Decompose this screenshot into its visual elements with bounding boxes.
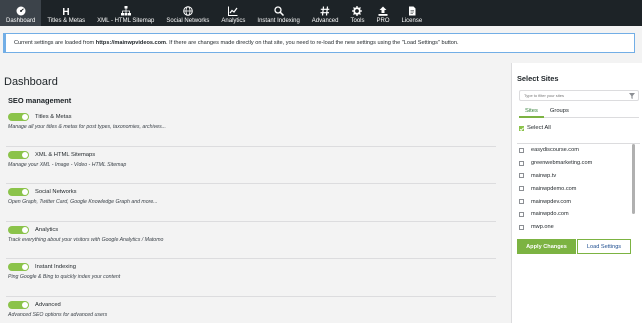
nav-item-label: Advanced bbox=[311, 18, 339, 24]
site-checkbox[interactable] bbox=[519, 211, 524, 217]
site-list-item[interactable]: greenwebmarketing.com bbox=[517, 157, 640, 170]
module-row: XML & HTML Sitemaps Manage your XML - Ima… bbox=[6, 147, 496, 184]
site-checkbox[interactable] bbox=[519, 173, 524, 179]
notice-suffix: . If there are changes made directly on … bbox=[166, 40, 459, 46]
module-row: Titles & Metas Manage all your titles & m… bbox=[6, 109, 496, 147]
module-name: Social Networks bbox=[35, 189, 77, 195]
site-name: easydiscourse.com bbox=[531, 147, 579, 154]
gear-icon bbox=[352, 6, 363, 16]
settings-notice: Current settings are loaded from https:/… bbox=[3, 33, 635, 53]
nav-item-label: Instant Indexing bbox=[257, 18, 300, 24]
module-toggle[interactable] bbox=[8, 225, 29, 234]
site-checkbox[interactable] bbox=[519, 186, 524, 192]
site-name: mainwpdo.com bbox=[531, 211, 569, 218]
nav-item-label: Dashboard bbox=[6, 18, 36, 24]
sitemap-icon bbox=[120, 6, 131, 16]
site-list-item[interactable]: mainwpdo.com bbox=[517, 208, 640, 221]
module-name: XML & HTML Sitemaps bbox=[35, 151, 96, 158]
site-tabs: Sites Groups bbox=[519, 104, 639, 118]
site-checkbox[interactable] bbox=[519, 224, 524, 230]
module-name: Instant Indexing bbox=[35, 264, 76, 270]
hashtag-icon bbox=[320, 6, 330, 16]
notice-site: https://mainwpvideos.com bbox=[95, 40, 167, 46]
search-icon bbox=[273, 6, 284, 16]
module-toggle[interactable] bbox=[8, 300, 29, 309]
nav-item-license[interactable]: License bbox=[396, 0, 429, 26]
chart-icon bbox=[228, 6, 238, 16]
module-description: Manage all your titles & metas for post … bbox=[8, 124, 167, 130]
nav-item-label: Titles & Metas bbox=[47, 18, 86, 24]
upload-icon bbox=[378, 6, 388, 16]
module-toggle[interactable] bbox=[8, 113, 29, 121]
nav-item-label: PRO bbox=[376, 18, 390, 24]
dashboard-icon bbox=[16, 6, 26, 16]
module-row: Analytics Track everything about your vis… bbox=[6, 222, 496, 259]
apply-changes-button[interactable]: Apply Changes bbox=[517, 239, 576, 254]
top-navigation: Dashboard H Titles & Metas XML - HTML Sitem… bbox=[0, 0, 642, 26]
load-settings-button[interactable]: Load Settings bbox=[577, 239, 631, 254]
site-name: mainwpdev.com bbox=[531, 198, 571, 205]
nav-item-instant-indexing[interactable]: Instant Indexing bbox=[251, 0, 305, 26]
module-description: Manage your XML - Image - Video - HTML S… bbox=[8, 161, 127, 168]
site-name: mwp.one bbox=[531, 224, 554, 231]
module-row: Instant Indexing Ping Google & Bing to qu… bbox=[6, 259, 496, 297]
site-list-item[interactable]: updatewatcher.com bbox=[517, 234, 640, 238]
nav-item-label: Social Networks bbox=[166, 18, 210, 24]
module-description: Advanced SEO options for advanced users bbox=[8, 311, 108, 318]
nav-item-dashboard[interactable]: Dashboard bbox=[0, 0, 42, 26]
notice-prefix: Current settings are loaded from bbox=[14, 40, 96, 46]
module-name: Analytics bbox=[35, 226, 59, 233]
module-row: Advanced Advanced SEO options for advance… bbox=[6, 297, 496, 323]
document-icon bbox=[407, 6, 417, 16]
nav-item-titles-metas[interactable]: H Titles & Metas bbox=[41, 0, 91, 26]
nav-item-label: License bbox=[401, 18, 423, 24]
nav-item-label: Tools bbox=[350, 18, 365, 24]
site-list-item[interactable]: mainwpdemo.com bbox=[517, 182, 640, 195]
globe-icon bbox=[183, 6, 193, 16]
select-all-check-icon bbox=[519, 125, 524, 131]
site-name: mainwpdemo.com bbox=[531, 185, 577, 192]
site-checkbox[interactable] bbox=[519, 160, 524, 166]
tab-sites[interactable]: Sites bbox=[519, 104, 544, 118]
nav-item-xml-html-sitemap[interactable]: XML - HTML Sitemap bbox=[91, 0, 160, 26]
module-description: Open Graph, Twitter Card, Google Knowled… bbox=[8, 199, 158, 205]
select-all-checkbox[interactable]: Select All bbox=[519, 125, 551, 131]
select-sites-title: Select Sites bbox=[517, 74, 559, 83]
module-toggle[interactable] bbox=[8, 188, 29, 196]
nav-item-advanced[interactable]: Advanced bbox=[306, 0, 345, 26]
module-toggle[interactable] bbox=[8, 150, 29, 159]
page-title: Dashboard bbox=[4, 76, 58, 88]
site-list-item[interactable]: mainwpdev.com bbox=[517, 195, 640, 208]
nav-item-analytics[interactable]: Analytics bbox=[215, 0, 251, 26]
module-name: Advanced bbox=[35, 301, 61, 308]
section-title: SEO management bbox=[8, 96, 72, 105]
site-name: mainwp.tv bbox=[531, 172, 557, 179]
site-checkbox[interactable] bbox=[519, 147, 524, 153]
nav-item-social-networks[interactable]: Social Networks bbox=[160, 0, 215, 26]
nav-item-pro[interactable]: PRO bbox=[371, 0, 396, 26]
site-list-item[interactable]: mwp.one bbox=[517, 221, 640, 234]
nav-item-tools[interactable]: Tools bbox=[344, 0, 370, 26]
heading-icon: H bbox=[61, 6, 71, 16]
module-toggle[interactable] bbox=[8, 263, 29, 271]
module-row: Social Networks Open Graph, Twitter Card,… bbox=[6, 184, 496, 222]
site-list-scrollbar[interactable] bbox=[632, 144, 635, 214]
site-filter-input[interactable] bbox=[519, 90, 639, 101]
tab-groups[interactable]: Groups bbox=[544, 104, 575, 118]
site-list: easydiscourse.com greenwebmarketing.com ma… bbox=[517, 143, 640, 237]
module-name: Titles & Metas bbox=[35, 114, 72, 120]
select-sites-panel: Select Sites Sites Groups Select All eas… bbox=[511, 63, 642, 323]
nav-item-label: XML - HTML Sitemap bbox=[97, 18, 155, 24]
site-checkbox[interactable] bbox=[519, 199, 524, 205]
module-description: Ping Google & Bing to quickly index your… bbox=[8, 274, 121, 280]
site-list-item[interactable]: easydiscourse.com bbox=[517, 144, 640, 157]
select-all-label: Select All bbox=[527, 125, 551, 131]
svg-text:H: H bbox=[63, 7, 70, 16]
filter-icon[interactable] bbox=[629, 93, 635, 99]
nav-item-label: Analytics bbox=[221, 18, 246, 24]
module-description: Track everything about your visitors wit… bbox=[8, 236, 164, 243]
module-list: Titles & Metas Manage all your titles & m… bbox=[6, 109, 496, 323]
site-name: greenwebmarketing.com bbox=[531, 160, 593, 167]
site-list-item[interactable]: mainwp.tv bbox=[517, 170, 640, 183]
